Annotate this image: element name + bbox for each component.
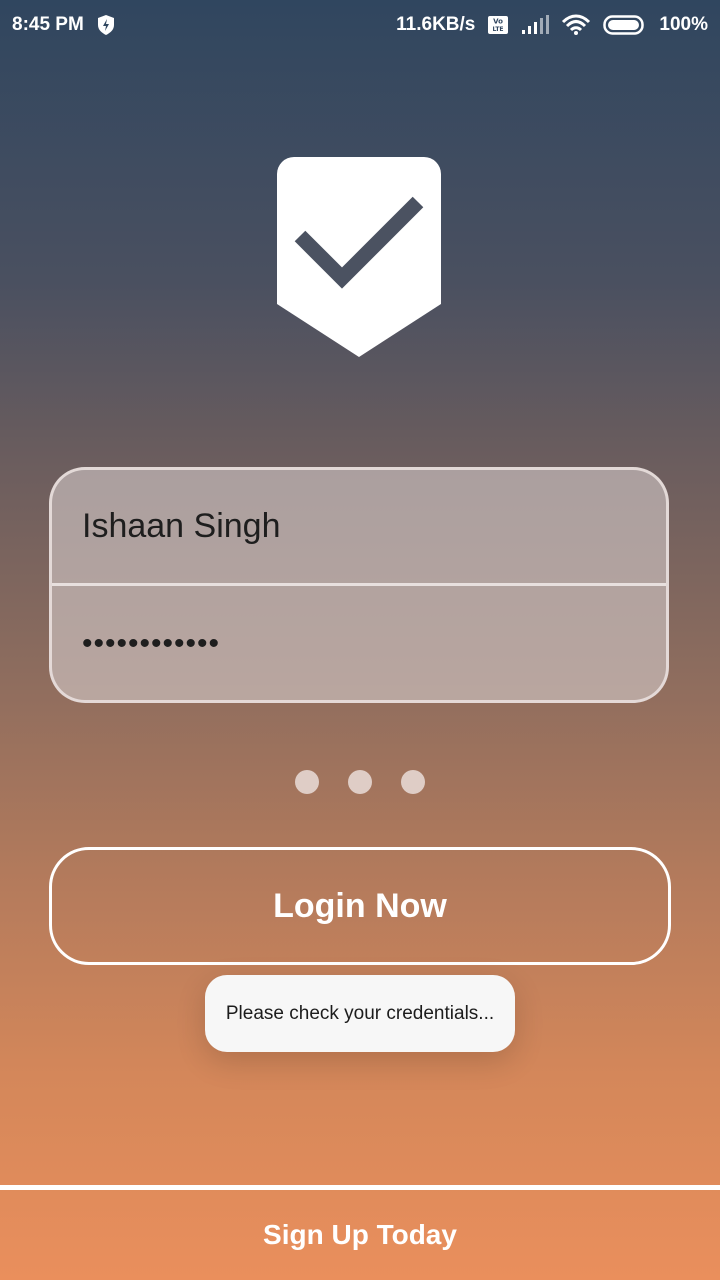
bolt-shield-icon — [96, 14, 116, 36]
error-toast: Please check your credentials... — [205, 975, 515, 1052]
wifi-icon — [561, 14, 591, 36]
svg-text:LTE: LTE — [493, 26, 504, 33]
password-field[interactable]: •••••••••••• — [52, 586, 666, 700]
page-dot — [348, 770, 372, 794]
login-button[interactable]: Login Now — [49, 847, 671, 965]
credentials-card: Ishaan Singh •••••••••••• — [49, 467, 669, 703]
username-field[interactable]: Ishaan Singh — [52, 470, 666, 586]
network-speed: 11.6KB/s — [396, 14, 476, 35]
svg-text:Vo: Vo — [493, 18, 503, 26]
page-dot — [295, 770, 319, 794]
signal-icon — [521, 15, 550, 35]
status-time: 8:45 PM — [12, 14, 84, 35]
page-indicator — [295, 770, 425, 794]
status-bar: 8:45 PM 11.6KB/s Vo LTE 100% — [0, 0, 720, 50]
volte-icon: Vo LTE — [487, 15, 509, 35]
battery-icon — [603, 14, 647, 36]
battery-level: 100% — [659, 14, 708, 35]
signup-button[interactable]: Sign Up Today — [0, 1185, 720, 1280]
page-dot — [401, 770, 425, 794]
shield-check-icon — [277, 157, 441, 357]
